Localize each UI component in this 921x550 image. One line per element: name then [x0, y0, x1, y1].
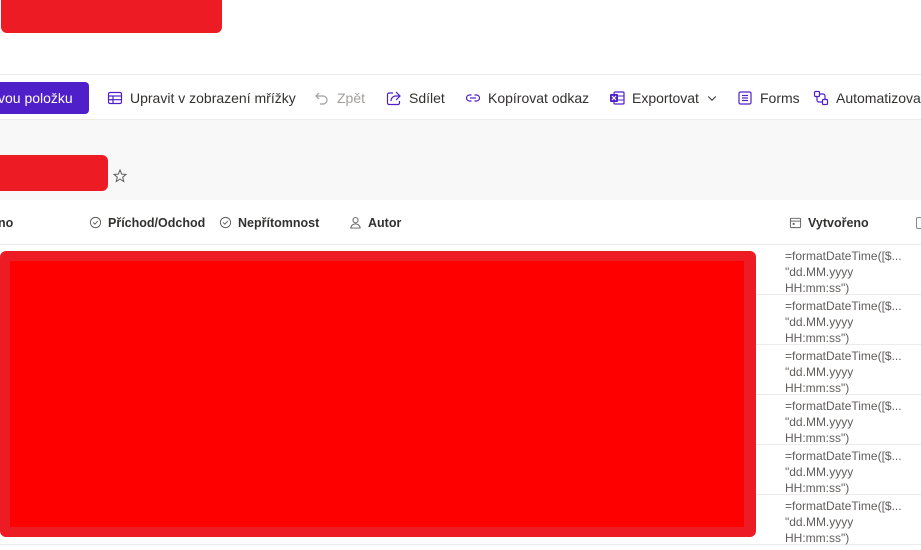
command-bar: vou položku Upravit v zobrazení mřížky Z…: [0, 74, 921, 120]
forms-label: Forms: [760, 90, 800, 106]
column-name-label: no: [0, 215, 14, 230]
check-circle-icon: [89, 216, 102, 229]
calendar-icon: [789, 217, 802, 229]
redacted-list-title: [0, 155, 108, 191]
grid-edit-button[interactable]: Upravit v zobrazení mřížky: [107, 75, 296, 121]
column-author-label: Autor: [368, 215, 402, 230]
column-header-author[interactable]: Autor: [349, 200, 401, 245]
automate-label: Automatizova: [836, 90, 921, 106]
created-cell: =formatDateTime([$... "dd.MM.yyyy HH:mm:…: [785, 249, 902, 295]
column-absence-label: Nepřítomnost: [238, 215, 320, 230]
created-cell: =formatDateTime([$... "dd.MM.yyyy HH:mm:…: [785, 349, 902, 395]
created-cell: =formatDateTime([$... "dd.MM.yyyy HH:mm:…: [785, 449, 902, 495]
created-cell: =formatDateTime([$... "dd.MM.yyyy HH:mm:…: [785, 299, 902, 345]
excel-icon: [610, 91, 625, 105]
export-label: Exportovat: [632, 90, 699, 106]
chevron-down-icon: [707, 96, 717, 101]
redacted-row-content-inner: [10, 261, 744, 527]
column-arrival-label: Příchod/Odchod: [108, 215, 206, 230]
new-item-label: vou položku: [0, 90, 73, 106]
column-created-label: Vytvořeno: [808, 215, 869, 230]
redacted-site-title: [1, 0, 222, 33]
undo-label: Zpět: [337, 90, 366, 106]
redacted-row-content: [0, 251, 756, 537]
next-column-icon: [916, 217, 921, 229]
column-header-arrival[interactable]: Příchod/Odchod: [89, 200, 205, 245]
share-label: Sdílet: [409, 90, 445, 106]
copy-link-button[interactable]: Kopírovat odkaz: [465, 75, 589, 121]
export-button[interactable]: Exportovat: [609, 75, 718, 121]
share-icon: [386, 91, 401, 106]
forms-button[interactable]: Forms: [737, 75, 800, 121]
link-icon: [465, 94, 481, 102]
check-circle-icon: [219, 216, 232, 229]
created-cell: =formatDateTime([$... "dd.MM.yyyy HH:mm:…: [785, 499, 902, 545]
column-header-name[interactable]: no: [0, 200, 13, 245]
star-icon[interactable]: [112, 168, 128, 184]
forms-icon: [738, 91, 752, 105]
column-header-row: no Příchod/Odchod Nepřítomnost Autor Vyt…: [0, 200, 921, 245]
undo-button[interactable]: Zpět: [314, 75, 365, 121]
column-header-created[interactable]: Vytvořeno: [789, 200, 869, 245]
new-item-button[interactable]: vou položku: [0, 82, 89, 114]
automate-button[interactable]: Automatizova: [813, 75, 921, 121]
grid-icon: [107, 91, 123, 105]
column-header-absence[interactable]: Nepřítomnost: [219, 200, 319, 245]
created-cell: =formatDateTime([$... "dd.MM.yyyy HH:mm:…: [785, 399, 902, 445]
copy-link-label: Kopírovat odkaz: [488, 90, 590, 106]
grid-edit-label: Upravit v zobrazení mřížky: [130, 90, 296, 106]
undo-icon: [315, 92, 328, 105]
share-button[interactable]: Sdílet: [386, 75, 445, 121]
list-header-area: [0, 120, 921, 200]
automate-icon: [813, 90, 829, 106]
person-icon: [350, 217, 361, 229]
